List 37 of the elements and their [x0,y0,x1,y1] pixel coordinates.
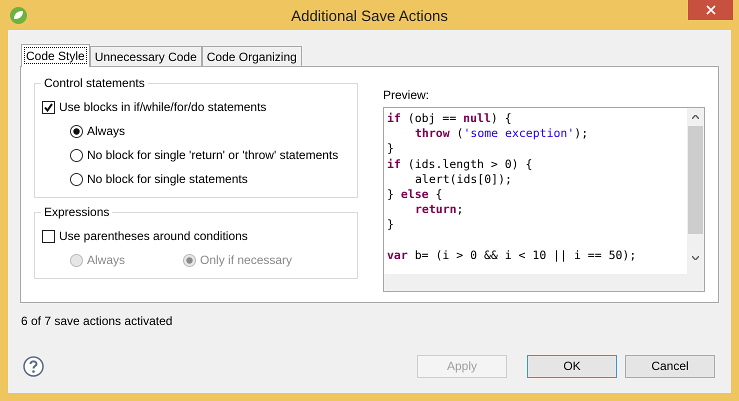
checkbox-label: Use blocks in if/while/for/do statements [59,99,266,116]
tab[interactable]: Code Organizing [202,46,302,66]
checkbox[interactable] [42,230,55,242]
close-button[interactable] [688,0,733,20]
code-line: var b= (i > 0 && i < 10 || i == 50); [387,246,636,263]
radio-button[interactable] [70,148,83,162]
code-line: alert(ids[0]); [414,172,512,188]
code-line: } [387,141,394,157]
radio-label: No block for single 'return' or 'throw' statements [87,147,338,164]
leaf-logo-icon [10,7,27,24]
close-icon [706,5,716,15]
radio-label: No block for single statements [87,171,248,188]
radio-label: Only if necessary [200,252,292,269]
tab[interactable]: Code Style [21,44,90,67]
code-line: return; [414,202,464,218]
vertical-scrollbar[interactable] [687,108,704,274]
status-text: 6 of 7 save actions activated [20,314,174,329]
dialog-button[interactable]: Cancel [625,354,715,378]
preview-label: Preview: [383,88,430,102]
code-line: if (obj == null) { [387,111,512,126]
code-line: throw ('some exception'); [414,126,588,142]
tab[interactable]: Unnecessary Code [90,46,202,66]
scrollbar-thumb[interactable] [688,126,703,234]
help-icon[interactable] [23,356,44,376]
checkbox[interactable] [42,100,55,114]
horizontal-scrollbar[interactable] [384,274,704,291]
checkbox-label: Use parentheses around conditions [59,228,248,245]
radio-label: Always [87,123,126,140]
radio-button[interactable] [70,172,83,186]
group-title: Expressions [41,205,112,220]
radio-label: Always [87,252,126,269]
code-line: } [387,217,394,233]
code-line: } else { [387,187,442,202]
window-title: Additional Save Actions [290,7,449,27]
dialog-button[interactable]: OK [527,354,617,378]
code-line: if (ids.length > 0) { [387,156,532,172]
radio-button[interactable] [70,124,83,138]
